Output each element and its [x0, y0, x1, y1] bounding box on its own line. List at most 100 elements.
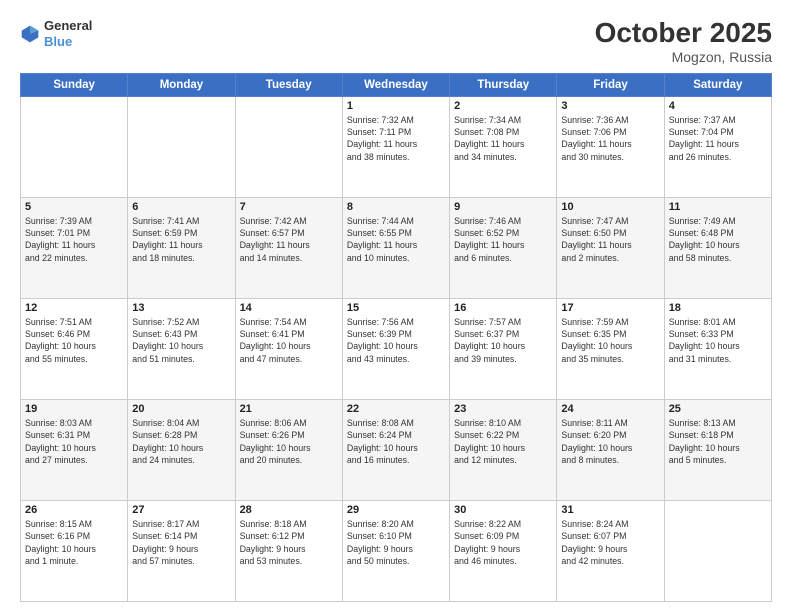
- calendar-cell: 13Sunrise: 7:52 AM Sunset: 6:43 PM Dayli…: [128, 298, 235, 399]
- day-number: 25: [669, 403, 767, 415]
- day-info: Sunrise: 8:01 AM Sunset: 6:33 PM Dayligh…: [669, 316, 767, 365]
- day-info: Sunrise: 8:06 AM Sunset: 6:26 PM Dayligh…: [240, 417, 338, 466]
- page: General Blue October 2025 Mogzon, Russia…: [0, 0, 792, 612]
- calendar-cell: 16 Sunrise: 7:57 AM Sunset: 6:37 PM Dayli…: [450, 298, 557, 399]
- day-info: Sunrise: 7:44 AM Sunset: 6:55 PM Dayligh…: [347, 215, 445, 264]
- day-info: Sunrise: 7:49 AM Sunset: 6:48 PM Dayligh…: [669, 215, 767, 264]
- day-number: 8: [347, 201, 445, 213]
- day-number: 12: [25, 302, 123, 314]
- day-info: Sunrise: 7:34 AM Sunset: 7:08 PM Dayligh…: [454, 114, 552, 163]
- day-number: 17: [561, 302, 659, 314]
- calendar-week-3: 12Sunrise: 7:51 AM Sunset: 6:46 PM Dayli…: [21, 298, 772, 399]
- header: General Blue October 2025 Mogzon, Russia: [20, 18, 772, 65]
- calendar-week-5: 26Sunrise: 8:15 AM Sunset: 6:16 PM Dayli…: [21, 500, 772, 601]
- day-info: Sunrise: 8:18 AM Sunset: 6:12 PM Dayligh…: [240, 518, 338, 567]
- calendar-table: SundayMondayTuesdayWednesdayThursdayFrid…: [20, 73, 772, 602]
- calendar-cell: 6 Sunrise: 7:41 AM Sunset: 6:59 PM Daylig…: [128, 197, 235, 298]
- day-info: Sunrise: 7:56 AM Sunset: 6:39 PM Dayligh…: [347, 316, 445, 365]
- page-title: October 2025: [595, 18, 772, 49]
- day-info: Sunrise: 8:11 AM Sunset: 6:20 PM Dayligh…: [561, 417, 659, 466]
- calendar-header-row: SundayMondayTuesdayWednesdayThursdayFrid…: [21, 73, 772, 96]
- day-number: 26: [25, 504, 123, 516]
- day-info: Sunrise: 7:39 AM Sunset: 7:01 PM Dayligh…: [25, 215, 123, 264]
- day-number: 3: [561, 100, 659, 112]
- day-info: Sunrise: 7:37 AM Sunset: 7:04 PM Dayligh…: [669, 114, 767, 163]
- day-number: 1: [347, 100, 445, 112]
- day-number: 16: [454, 302, 552, 314]
- calendar-cell: [235, 96, 342, 197]
- day-number: 22: [347, 403, 445, 415]
- calendar-cell: 8 Sunrise: 7:44 AM Sunset: 6:55 PM Daylig…: [342, 197, 449, 298]
- calendar-cell: 18 Sunrise: 8:01 AM Sunset: 6:33 PM Dayli…: [664, 298, 771, 399]
- logo-line2: Blue: [44, 34, 92, 50]
- day-info: Sunrise: 7:57 AM Sunset: 6:37 PM Dayligh…: [454, 316, 552, 365]
- calendar-cell: 1 Sunrise: 7:32 AM Sunset: 7:11 PM Daylig…: [342, 96, 449, 197]
- day-number: 18: [669, 302, 767, 314]
- calendar-cell: 3 Sunrise: 7:36 AM Sunset: 7:06 PM Daylig…: [557, 96, 664, 197]
- calendar-week-4: 19 Sunrise: 8:03 AM Sunset: 6:31 PM Dayli…: [21, 399, 772, 500]
- calendar-cell: 5 Sunrise: 7:39 AM Sunset: 7:01 PM Daylig…: [21, 197, 128, 298]
- day-number: 9: [454, 201, 552, 213]
- day-info: Sunrise: 7:46 AM Sunset: 6:52 PM Dayligh…: [454, 215, 552, 264]
- day-number: 28: [240, 504, 338, 516]
- day-number: 27: [132, 504, 230, 516]
- day-number: 19: [25, 403, 123, 415]
- calendar-cell: 15 Sunrise: 7:56 AM Sunset: 6:39 PM Dayli…: [342, 298, 449, 399]
- day-info: Sunrise: 7:42 AM Sunset: 6:57 PM Dayligh…: [240, 215, 338, 264]
- logo: General Blue: [20, 18, 92, 49]
- calendar-cell: 10 Sunrise: 7:47 AM Sunset: 6:50 PM Dayli…: [557, 197, 664, 298]
- calendar-cell: 11 Sunrise: 7:49 AM Sunset: 6:48 PM Dayli…: [664, 197, 771, 298]
- calendar-cell: 19 Sunrise: 8:03 AM Sunset: 6:31 PM Dayli…: [21, 399, 128, 500]
- day-number: 24: [561, 403, 659, 415]
- logo-line1: General: [44, 18, 92, 34]
- day-info: Sunrise: 7:36 AM Sunset: 7:06 PM Dayligh…: [561, 114, 659, 163]
- day-info: Sunrise: 8:10 AM Sunset: 6:22 PM Dayligh…: [454, 417, 552, 466]
- day-number: 6: [132, 201, 230, 213]
- calendar-cell: 24 Sunrise: 8:11 AM Sunset: 6:20 PM Dayli…: [557, 399, 664, 500]
- day-number: 20: [132, 403, 230, 415]
- day-info: Sunrise: 7:32 AM Sunset: 7:11 PM Dayligh…: [347, 114, 445, 163]
- calendar-cell: 27Sunrise: 8:17 AM Sunset: 6:14 PM Dayli…: [128, 500, 235, 601]
- day-info: Sunrise: 8:04 AM Sunset: 6:28 PM Dayligh…: [132, 417, 230, 466]
- day-number: 10: [561, 201, 659, 213]
- calendar-header-thursday: Thursday: [450, 73, 557, 96]
- logo-text: General Blue: [44, 18, 92, 49]
- calendar-header-tuesday: Tuesday: [235, 73, 342, 96]
- day-number: 11: [669, 201, 767, 213]
- day-info: Sunrise: 7:54 AM Sunset: 6:41 PM Dayligh…: [240, 316, 338, 365]
- calendar-cell: 17Sunrise: 7:59 AM Sunset: 6:35 PM Dayli…: [557, 298, 664, 399]
- logo-icon: [20, 24, 40, 44]
- day-number: 21: [240, 403, 338, 415]
- day-info: Sunrise: 7:47 AM Sunset: 6:50 PM Dayligh…: [561, 215, 659, 264]
- calendar-cell: 4 Sunrise: 7:37 AM Sunset: 7:04 PM Daylig…: [664, 96, 771, 197]
- calendar-cell: [21, 96, 128, 197]
- day-info: Sunrise: 8:13 AM Sunset: 6:18 PM Dayligh…: [669, 417, 767, 466]
- calendar-cell: 26Sunrise: 8:15 AM Sunset: 6:16 PM Dayli…: [21, 500, 128, 601]
- day-number: 5: [25, 201, 123, 213]
- day-info: Sunrise: 8:20 AM Sunset: 6:10 PM Dayligh…: [347, 518, 445, 567]
- day-number: 29: [347, 504, 445, 516]
- calendar-cell: 23Sunrise: 8:10 AM Sunset: 6:22 PM Dayli…: [450, 399, 557, 500]
- day-number: 31: [561, 504, 659, 516]
- day-number: 14: [240, 302, 338, 314]
- calendar-cell: 22 Sunrise: 8:08 AM Sunset: 6:24 PM Dayli…: [342, 399, 449, 500]
- calendar-week-1: 1 Sunrise: 7:32 AM Sunset: 7:11 PM Daylig…: [21, 96, 772, 197]
- calendar-cell: 29 Sunrise: 8:20 AM Sunset: 6:10 PM Dayli…: [342, 500, 449, 601]
- day-number: 30: [454, 504, 552, 516]
- day-info: Sunrise: 7:41 AM Sunset: 6:59 PM Dayligh…: [132, 215, 230, 264]
- day-number: 15: [347, 302, 445, 314]
- day-number: 4: [669, 100, 767, 112]
- day-number: 7: [240, 201, 338, 213]
- calendar-cell: 12Sunrise: 7:51 AM Sunset: 6:46 PM Dayli…: [21, 298, 128, 399]
- calendar-cell: 20 Sunrise: 8:04 AM Sunset: 6:28 PM Dayli…: [128, 399, 235, 500]
- day-number: 2: [454, 100, 552, 112]
- calendar-cell: [128, 96, 235, 197]
- day-info: Sunrise: 8:08 AM Sunset: 6:24 PM Dayligh…: [347, 417, 445, 466]
- day-info: Sunrise: 8:03 AM Sunset: 6:31 PM Dayligh…: [25, 417, 123, 466]
- calendar-cell: 31Sunrise: 8:24 AM Sunset: 6:07 PM Dayli…: [557, 500, 664, 601]
- calendar-cell: 14 Sunrise: 7:54 AM Sunset: 6:41 PM Dayli…: [235, 298, 342, 399]
- calendar-header-saturday: Saturday: [664, 73, 771, 96]
- calendar-header-friday: Friday: [557, 73, 664, 96]
- calendar-cell: 21 Sunrise: 8:06 AM Sunset: 6:26 PM Dayli…: [235, 399, 342, 500]
- calendar-cell: 30Sunrise: 8:22 AM Sunset: 6:09 PM Dayli…: [450, 500, 557, 601]
